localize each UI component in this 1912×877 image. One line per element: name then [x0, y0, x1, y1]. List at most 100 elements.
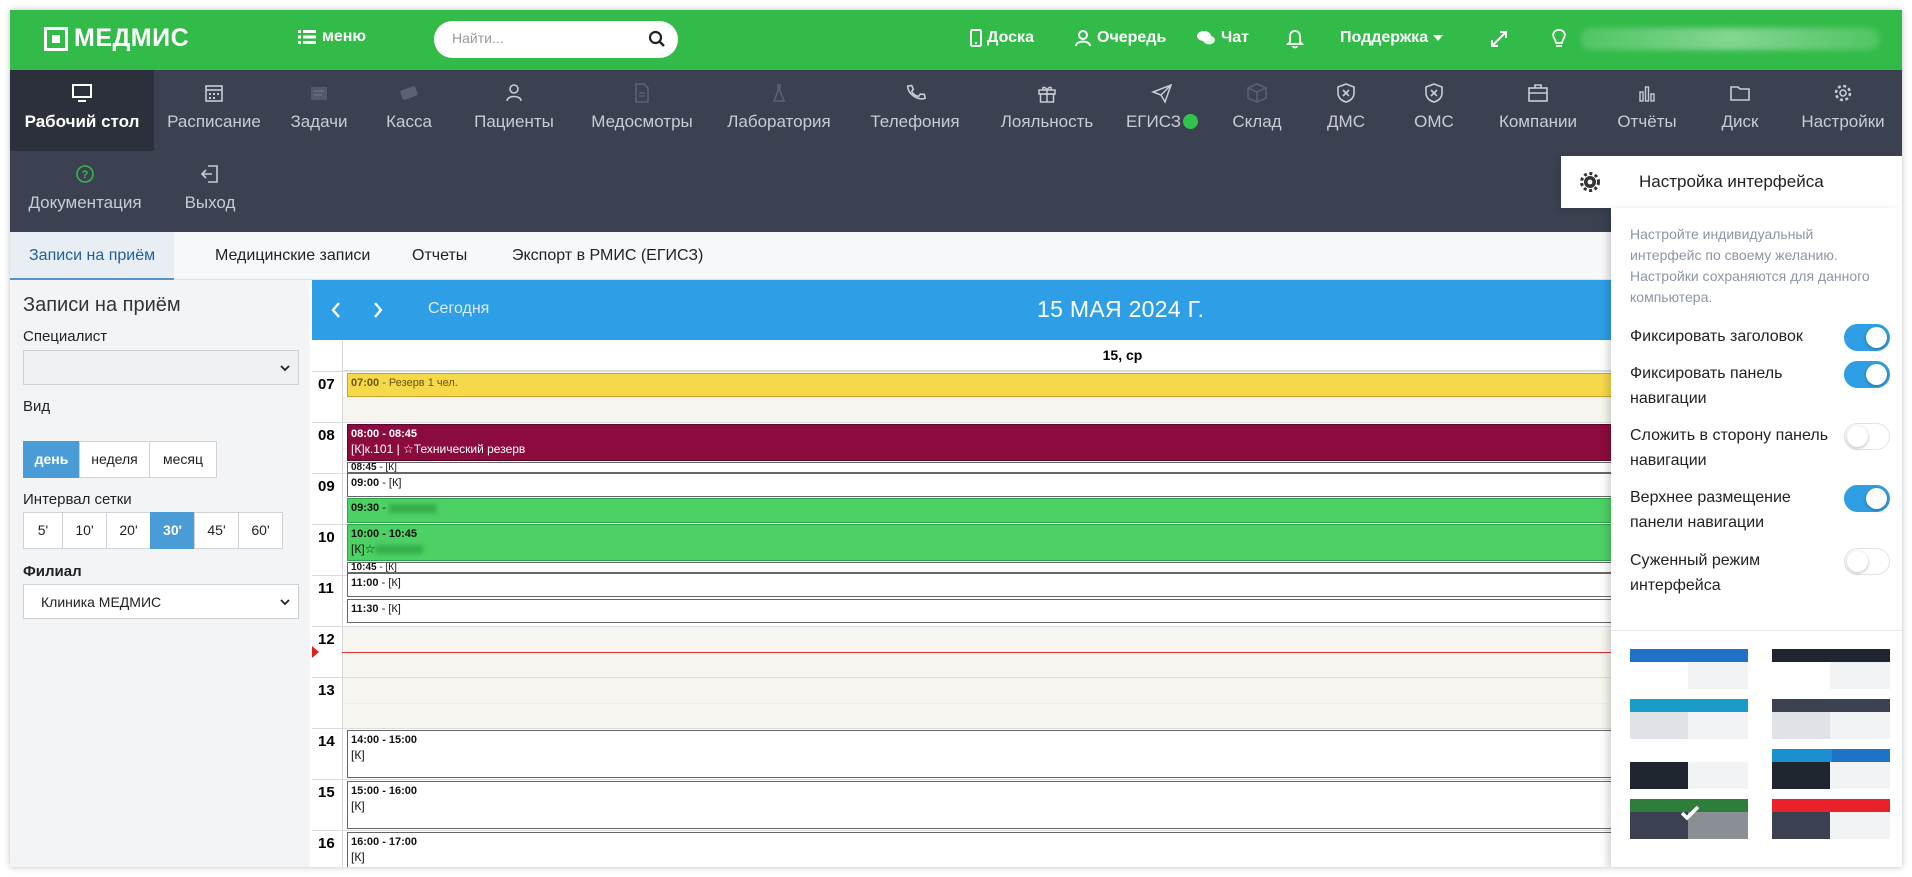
theme-sidebar-swatch	[1630, 762, 1688, 789]
bar-chart-icon	[1639, 86, 1655, 102]
option-fix-header: Фиксировать заголовок	[1630, 324, 1900, 351]
nav-item-companies[interactable]: Компании	[1478, 70, 1598, 151]
nav-item-desktop[interactable]: Рабочий стол	[10, 70, 154, 151]
view-month-button[interactable]: месяц	[149, 441, 217, 478]
hour-label: 08	[312, 422, 342, 473]
theme-option-2[interactable]	[1772, 649, 1890, 689]
chevron-right-icon[interactable]	[370, 300, 386, 320]
nav-item-reports[interactable]: Отчёты	[1598, 70, 1696, 151]
theme-option-5[interactable]	[1630, 749, 1748, 789]
nav-item-loyalty[interactable]: Лояльность	[982, 70, 1112, 151]
event-time: 11:30	[351, 603, 379, 615]
tab-medical-records[interactable]: Медицинские записи	[196, 232, 389, 280]
nav-item-logout[interactable]: Выход	[160, 151, 260, 232]
hour-label: 16	[312, 830, 342, 867]
theme-header-swatch	[1630, 699, 1748, 712]
interval-60-button[interactable]: 60'	[238, 512, 283, 549]
patient-icon	[506, 84, 522, 102]
event-text: [К]	[388, 577, 401, 589]
tab-export-rmis[interactable]: Экспорт в РМИС (ЕГИСЗ)	[493, 232, 722, 280]
theme-header-swatch	[1772, 749, 1832, 762]
nav-item-dms[interactable]: ДМС	[1302, 70, 1390, 151]
theme-option-8[interactable]	[1772, 799, 1890, 839]
nav-item-tasks[interactable]: Задачи	[274, 70, 364, 151]
specialist-select[interactable]	[23, 350, 299, 385]
search-input[interactable]	[452, 30, 642, 46]
svg-text:?: ?	[82, 169, 89, 181]
logo[interactable]: МЕДМИС	[44, 24, 189, 53]
interval-10-button[interactable]: 10'	[62, 512, 107, 549]
nav-item-patients[interactable]: Пациенты	[454, 70, 574, 151]
nav-item-disk[interactable]: Диск	[1696, 70, 1784, 151]
interval-label: Интервал сетки	[23, 491, 132, 508]
nav-label: ДМС	[1327, 112, 1365, 131]
compact-mode-toggle[interactable]	[1844, 548, 1890, 575]
event-time: 09:00	[351, 477, 380, 489]
theme-header-swatch	[1772, 649, 1890, 662]
nav-item-cash[interactable]: Касса	[364, 70, 454, 151]
bell-icon[interactable]	[1284, 28, 1306, 50]
chat-link[interactable]: Чат	[1196, 29, 1249, 47]
nav-item-telephony[interactable]: Телефония	[848, 70, 982, 151]
theme-sidebar-swatch	[1630, 662, 1688, 689]
event-time: 10:00 - 10:45	[351, 528, 418, 540]
fix-nav-toggle[interactable]	[1844, 361, 1890, 388]
board-link[interactable]: Доска	[970, 29, 1034, 47]
fullscreen-icon[interactable]	[1488, 28, 1510, 50]
nav-label: Настройки	[1801, 112, 1885, 131]
settings-panel-header[interactable]: Настройка интерфейса	[1561, 156, 1902, 208]
event-time: 14:00 - 15:00	[351, 734, 418, 746]
theme-option-7[interactable]	[1630, 799, 1748, 839]
interval-30-button[interactable]: 30'	[150, 512, 195, 549]
tab-reports[interactable]: Отчеты	[393, 232, 486, 280]
event-time: 07:00	[351, 377, 380, 389]
nav-item-laboratory[interactable]: Лаборатория	[710, 70, 848, 151]
queue-link[interactable]: Очередь	[1074, 29, 1166, 47]
chevron-left-icon[interactable]	[328, 300, 344, 320]
fix-header-toggle[interactable]	[1844, 324, 1890, 351]
event-text: [К]	[385, 562, 397, 573]
caret-down-icon	[1433, 35, 1444, 41]
menu-button[interactable]: меню	[298, 28, 366, 46]
view-label: Вид	[23, 398, 51, 415]
theme-option-3[interactable]	[1630, 699, 1748, 739]
support-dropdown[interactable]: Поддержка	[1340, 29, 1444, 47]
hour-label: 07	[312, 371, 342, 422]
theme-option-6[interactable]	[1772, 749, 1890, 789]
theme-sidebar-swatch	[1772, 812, 1830, 839]
interval-45-button[interactable]: 45'	[194, 512, 239, 549]
nav-label: Расписание	[167, 112, 261, 131]
nav-item-egisz[interactable]: ЕГИСЗ	[1112, 70, 1212, 151]
nav-item-documentation[interactable]: ? Документация	[10, 151, 160, 232]
chevron-down-icon	[280, 365, 290, 372]
interval-20-button[interactable]: 20'	[106, 512, 151, 549]
branch-select[interactable]: Клиника МЕДМИС	[23, 584, 299, 619]
search-icon[interactable]	[648, 30, 666, 48]
phone-icon	[906, 84, 926, 100]
view-day-button[interactable]: день	[23, 441, 80, 478]
nav-item-oms[interactable]: ОМС	[1390, 70, 1478, 151]
theme-header-swatch	[1772, 799, 1890, 812]
nav-item-schedule[interactable]: Расписание	[154, 70, 274, 151]
nav-label: Склад	[1232, 112, 1282, 131]
top-nav-toggle[interactable]	[1844, 485, 1890, 512]
event-time: 11:00	[351, 577, 379, 589]
theme-option-4[interactable]	[1772, 699, 1890, 739]
nav-item-checkups[interactable]: Медосмотры	[574, 70, 710, 151]
lightbulb-icon[interactable]	[1548, 28, 1570, 50]
today-button[interactable]: Сегодня	[428, 300, 489, 318]
collapse-nav-toggle[interactable]	[1844, 423, 1890, 450]
box-icon	[1247, 83, 1267, 103]
nav-item-settings[interactable]: Настройки	[1784, 70, 1902, 151]
interval-5-button[interactable]: 5'	[23, 512, 63, 549]
gift-icon	[1038, 86, 1056, 103]
hour-label: 14	[312, 728, 342, 779]
user-info-blurred[interactable]	[1580, 28, 1880, 50]
view-week-button[interactable]: неделя	[79, 441, 150, 478]
theme-option-1[interactable]	[1630, 649, 1748, 689]
chat-label: Чат	[1221, 29, 1249, 46]
tab-appointments[interactable]: Записи на приём	[10, 232, 175, 280]
board-label: Доска	[987, 29, 1034, 46]
nav-item-warehouse[interactable]: Склад	[1212, 70, 1302, 151]
briefcase-icon	[1528, 84, 1548, 102]
